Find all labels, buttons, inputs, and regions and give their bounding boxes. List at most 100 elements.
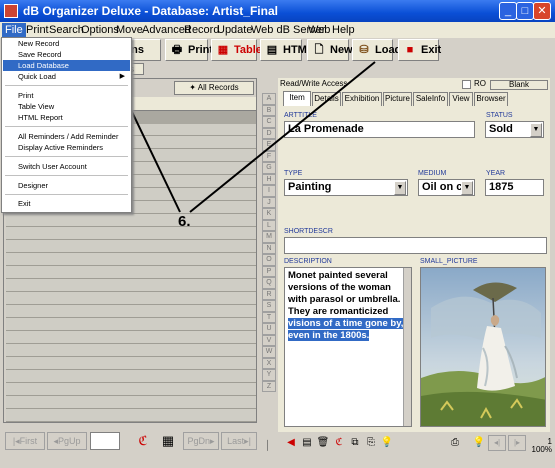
description-scrollbar[interactable] — [403, 268, 411, 426]
alpha-index-c[interactable]: C — [262, 116, 276, 128]
alpha-index-n[interactable]: N — [262, 242, 276, 254]
menu-item-switch-user[interactable]: Switch User Account — [3, 161, 130, 172]
menu-item-exit[interactable]: Exit — [3, 198, 130, 209]
shortdescr-field[interactable] — [284, 237, 547, 254]
alpha-index-v[interactable]: V — [262, 334, 276, 346]
file-menu: New Record Save Record Load Database Qui… — [1, 37, 132, 213]
chevron-down-icon: ▼ — [394, 181, 406, 195]
alpha-index-w[interactable]: W — [262, 346, 276, 358]
menu-separator — [5, 85, 128, 86]
copy-icon[interactable]: ⧉ — [348, 435, 362, 451]
print-button[interactable]: 🖶 Print — [165, 39, 213, 61]
refresh-icon[interactable]: ℭ — [133, 431, 153, 451]
alpha-index-h[interactable]: H — [262, 173, 276, 185]
print-record-icon[interactable]: ⎙ — [448, 435, 462, 451]
printer-icon: 🖶 — [171, 44, 183, 56]
menu-separator — [5, 194, 128, 195]
menu-item-quick-load[interactable]: Quick Load ▶ — [3, 71, 130, 82]
type-select[interactable]: Painting ▼ — [284, 179, 408, 196]
color-grid-icon[interactable]: ▦ — [158, 431, 178, 451]
alpha-index-x[interactable]: X — [262, 357, 276, 369]
save-icon[interactable]: ▤ — [300, 435, 314, 451]
tab-exhibition[interactable]: Exhibition — [342, 92, 382, 106]
alpha-index-m[interactable]: M — [262, 231, 276, 243]
year-field[interactable]: 1875 — [485, 179, 544, 196]
submenu-arrow-icon: ▶ — [119, 73, 125, 80]
description-text: Monet painted several versions of the wo… — [288, 270, 401, 317]
goto-record-input[interactable] — [90, 432, 120, 450]
load-button[interactable]: ⛁ Load — [352, 39, 401, 61]
next-button[interactable]: |▸ — [508, 435, 526, 451]
alpha-index-o[interactable]: O — [262, 254, 276, 266]
menu-item-designer[interactable]: Designer — [3, 180, 130, 191]
alpha-index-f[interactable]: F — [262, 150, 276, 162]
tab-picture[interactable]: Picture — [383, 92, 412, 106]
arrow-left-icon[interactable]: ◀ — [284, 435, 298, 451]
alpha-index-y[interactable]: Y — [262, 369, 276, 381]
pgdn-button[interactable]: PgDn▸ — [183, 432, 219, 450]
ro-checkbox[interactable] — [462, 80, 471, 89]
new-document-icon: 🗋 — [314, 44, 324, 56]
tab-browser[interactable]: Browser — [474, 92, 508, 106]
alpha-index-r[interactable]: R — [262, 288, 276, 300]
medium-select[interactable]: Oil on car ▼ — [418, 179, 475, 196]
first-button[interactable]: |◂First — [5, 432, 45, 450]
alpha-index-a[interactable]: A — [262, 93, 276, 105]
menu-item-save-record[interactable]: Save Record — [3, 49, 130, 60]
alpha-index-q[interactable]: Q — [262, 277, 276, 289]
new-button[interactable]: 🗋 New — [307, 39, 353, 61]
menu-item-new-record[interactable]: New Record — [3, 38, 130, 49]
menu-help[interactable]: Help — [329, 23, 358, 37]
description-field[interactable]: Monet painted several versions of the wo… — [284, 267, 412, 427]
menu-item-all-reminders[interactable]: All Reminders / Add Reminder — [3, 131, 130, 142]
alpha-index-i[interactable]: I — [262, 185, 276, 197]
quick-load-label: Quick Load — [18, 72, 56, 81]
tab-details[interactable]: Details — [312, 92, 341, 106]
app-icon — [4, 4, 18, 18]
arttitle-label: ARTTITLE — [284, 112, 317, 119]
type-label: TYPE — [284, 170, 303, 177]
status-select[interactable]: Sold ▼ — [485, 121, 544, 138]
alpha-index-g[interactable]: G — [262, 162, 276, 174]
alpha-index-j[interactable]: J — [262, 196, 276, 208]
tab-item[interactable]: Item — [283, 91, 311, 106]
menu-separator — [5, 126, 128, 127]
alpha-index-p[interactable]: P — [262, 265, 276, 277]
table-button[interactable]: ▦ Table — [211, 39, 262, 61]
exit-button[interactable]: ■ Exit — [398, 39, 441, 61]
alpha-index-b[interactable]: B — [262, 104, 276, 116]
alpha-index-s[interactable]: S — [262, 300, 276, 312]
alpha-index-t[interactable]: T — [262, 311, 276, 323]
last-button[interactable]: Last▸| — [221, 432, 257, 450]
arttitle-field[interactable]: La Promenade — [284, 121, 475, 138]
alpha-index-k[interactable]: K — [262, 208, 276, 220]
refresh-icon[interactable]: ℭ — [332, 435, 346, 451]
maximize-button[interactable]: □ — [516, 2, 534, 20]
menu-item-html-report[interactable]: HTML Report — [3, 112, 130, 123]
alpha-index-l[interactable]: L — [262, 219, 276, 231]
pgdn-label: PgDn — [187, 436, 210, 446]
lightbulb-icon[interactable]: 💡 — [380, 435, 394, 451]
menu-item-table-view[interactable]: Table View — [3, 101, 130, 112]
alpha-index-z[interactable]: Z — [262, 380, 276, 392]
menu-item-load-database[interactable]: Load Database — [3, 60, 130, 71]
html-button[interactable]: ▤ HTML — [260, 39, 314, 61]
hint-icon[interactable]: 💡 — [472, 435, 486, 451]
menu-item-active-reminders[interactable]: Display Active Reminders — [3, 142, 130, 153]
all-records-button[interactable]: ✦ All Records — [174, 81, 254, 95]
pgup-button[interactable]: ◂PgUp — [47, 432, 87, 450]
trash-icon[interactable]: 🗑 — [316, 435, 330, 451]
alpha-index-e[interactable]: E — [262, 139, 276, 151]
blank-button[interactable]: Blank — [490, 80, 548, 90]
alpha-index-u[interactable]: U — [262, 323, 276, 335]
exit-icon: ■ — [406, 44, 414, 56]
tab-view[interactable]: View — [449, 92, 473, 106]
tab-saleinfo[interactable]: SaleInfo — [413, 92, 448, 106]
menu-item-print[interactable]: Print — [3, 90, 130, 101]
html-icon: ▤ — [266, 44, 278, 56]
close-button[interactable]: ✕ — [533, 2, 551, 20]
alpha-index-d[interactable]: D — [262, 127, 276, 139]
prev-button[interactable]: ◂| — [488, 435, 506, 451]
minimize-button[interactable]: _ — [499, 2, 517, 20]
paste-icon[interactable]: ⎘ — [364, 435, 378, 451]
